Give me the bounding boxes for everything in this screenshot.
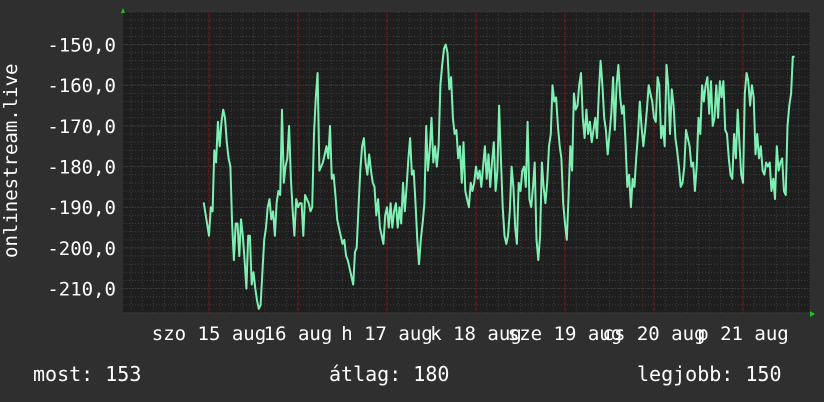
x-tick-label: szo 15 aug: [152, 323, 266, 345]
y-tick-label: -150,0: [47, 35, 116, 57]
y-axis-ticks: -150,0 -160,0 -170,0 -180,0 -190,0 -200,0 -210…: [47, 35, 116, 301]
stat-average: átlag: 180: [329, 362, 450, 386]
y-axis-arrow-icon: [121, 8, 125, 13]
chart-container: -150,0 -160,0 -170,0 -180,0 -190,0 -200,0 -210…: [0, 0, 824, 402]
y-tick-label: -180,0: [47, 157, 116, 179]
x-tick-label: cs 20 aug: [603, 323, 706, 345]
x-axis-ticks: szo 15 aug16 aug h 17 augk 18 augsze 19 a…: [152, 323, 789, 345]
plot-area: [123, 12, 810, 313]
x-tick-label: h 17 aug: [341, 323, 433, 345]
x-tick-label: 16 aug: [264, 323, 333, 345]
stat-best: legjobb: 150: [637, 362, 782, 386]
y-tick-label: -160,0: [47, 75, 116, 97]
stat-current: most: 153: [33, 362, 142, 386]
y-tick-label: -210,0: [47, 279, 116, 301]
y-tick-label: -190,0: [47, 197, 116, 219]
x-axis-arrow-icon: [810, 311, 815, 317]
y-tick-label: -200,0: [47, 238, 116, 260]
y-axis-label: onlinestream.live: [0, 63, 22, 258]
y-tick-label: -170,0: [47, 116, 116, 138]
x-tick-label: p 21 aug: [697, 323, 789, 345]
line-chart: -150,0 -160,0 -170,0 -180,0 -190,0 -200,0 -210…: [47, 8, 815, 345]
